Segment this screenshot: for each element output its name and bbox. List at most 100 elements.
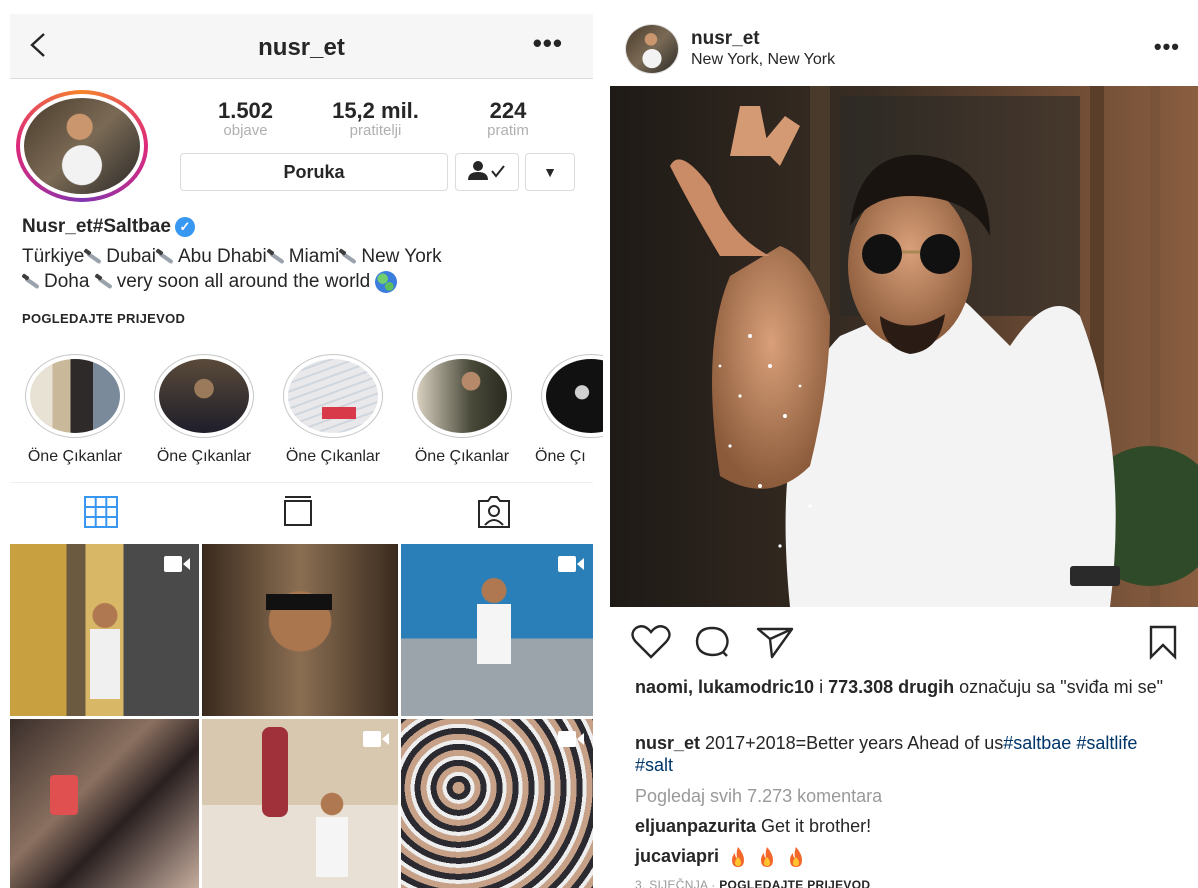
post-date-text: 3. SIJEČNJA bbox=[635, 878, 708, 888]
highlight-item[interactable]: Öne Çıkanlar bbox=[15, 354, 135, 466]
highlight-item[interactable]: Öne Çıkanlar bbox=[273, 354, 393, 466]
post-username[interactable]: nusr_et bbox=[691, 28, 760, 50]
profile-header: nusr_et ••• bbox=[10, 14, 593, 79]
likes-count: 773.308 drugih bbox=[828, 677, 955, 697]
highlight-thumbnail bbox=[30, 359, 120, 433]
comment-icon[interactable] bbox=[693, 624, 731, 660]
stat-followers[interactable]: 15,2 mil. pratitelji bbox=[318, 98, 433, 139]
share-icon[interactable] bbox=[755, 624, 795, 660]
post-photo-image bbox=[610, 86, 1198, 607]
heart-icon[interactable] bbox=[631, 624, 671, 660]
likes-connector: i bbox=[814, 677, 829, 697]
video-icon bbox=[363, 731, 389, 747]
knife-icon bbox=[267, 251, 289, 263]
fire-icon bbox=[790, 847, 803, 868]
stat-posts[interactable]: 1.502 objave bbox=[198, 98, 293, 139]
bio-place: Türkiye bbox=[22, 246, 85, 267]
more-icon[interactable]: ••• bbox=[533, 28, 563, 59]
fire-icon bbox=[761, 847, 774, 868]
stat-followers-label: pratitelji bbox=[349, 122, 402, 139]
highlight-label: Öne Çıkanlar bbox=[156, 448, 252, 465]
video-icon bbox=[558, 731, 584, 747]
highlight-thumbnail bbox=[159, 359, 249, 433]
more-icon[interactable]: ••• bbox=[1154, 34, 1180, 60]
highlight-label: Öne Çıkanlar bbox=[27, 448, 123, 465]
knife-icon bbox=[156, 251, 178, 263]
knife-icon bbox=[84, 251, 106, 263]
grid-post[interactable] bbox=[202, 544, 398, 716]
video-icon bbox=[164, 556, 190, 572]
grid-post[interactable] bbox=[10, 544, 199, 716]
translate-link[interactable]: POGLEDAJTE PRIJEVOD bbox=[22, 311, 185, 326]
stat-posts-label: objave bbox=[223, 122, 268, 139]
bio-place: New York bbox=[361, 246, 442, 267]
caption-text: 2017+2018=Better years Ahead of us bbox=[700, 733, 1004, 753]
bio-place: Doha bbox=[44, 271, 90, 292]
highlight-thumbnail bbox=[417, 359, 507, 433]
grid-post-figure bbox=[302, 789, 362, 888]
knife-icon bbox=[339, 251, 361, 263]
likes-users: naomi, lukamodric10 bbox=[635, 677, 815, 697]
grid-post[interactable] bbox=[401, 544, 593, 716]
profile-username: nusr_et bbox=[258, 34, 345, 61]
grid-post[interactable] bbox=[401, 719, 593, 888]
post-location[interactable]: New York, New York bbox=[691, 51, 835, 69]
grid-icon[interactable] bbox=[83, 495, 119, 529]
highlight-item[interactable]: Öne Çıkanlar bbox=[402, 354, 522, 466]
likes-suffix: označuju sa "sviđa mi se" bbox=[954, 677, 1164, 697]
comment-item: jucaviapri bbox=[635, 846, 806, 868]
following-button[interactable] bbox=[455, 153, 519, 191]
bio-place: Miami bbox=[288, 246, 340, 267]
bio: Türkiye Dubai Abu Dhabi Miami New York Doha … bbox=[22, 244, 582, 294]
grid-post[interactable] bbox=[10, 719, 199, 888]
fire-icon bbox=[732, 847, 745, 868]
highlight-thumbnail bbox=[546, 359, 603, 433]
feed-icon[interactable] bbox=[280, 495, 316, 529]
comment-username[interactable]: jucaviapri bbox=[635, 846, 719, 866]
post-caption: nusr_et 2017+2018=Better years Ahead of … bbox=[635, 732, 1175, 776]
bookmark-icon[interactable] bbox=[1147, 624, 1179, 660]
post-photo[interactable] bbox=[610, 86, 1198, 607]
stat-followers-value: 15,2 mil. bbox=[332, 98, 419, 123]
person-check-icon bbox=[468, 161, 505, 180]
view-all-comments[interactable]: Pogledaj svih 7.273 komentara bbox=[635, 786, 882, 807]
video-icon bbox=[558, 556, 584, 572]
suggestions-dropdown-button[interactable]: ▼ bbox=[525, 153, 575, 191]
highlight-thumbnail-tag bbox=[322, 407, 356, 419]
verified-icon: ✓ bbox=[174, 217, 195, 237]
highlight-label: Öne Çıkanlar bbox=[414, 448, 510, 465]
comment-text: Get it brother! bbox=[756, 816, 872, 836]
grid-post-glasses bbox=[266, 594, 332, 610]
highlight-ring bbox=[283, 354, 383, 438]
highlight-label: Öne Çıkanlar bbox=[285, 448, 381, 465]
post-grid bbox=[10, 544, 593, 888]
profile-tabs bbox=[10, 482, 593, 539]
grid-post-meat bbox=[262, 727, 288, 817]
chevron-down-icon: ▼ bbox=[543, 164, 557, 180]
highlight-ring bbox=[412, 354, 512, 438]
bio-place: Abu Dhabi bbox=[177, 246, 267, 267]
stat-posts-value: 1.502 bbox=[217, 98, 274, 123]
highlight-item[interactable]: Öne Çı bbox=[531, 354, 603, 466]
caption-username[interactable]: nusr_et bbox=[635, 733, 700, 753]
message-button[interactable]: Poruka bbox=[180, 153, 448, 191]
stat-following-value: 224 bbox=[489, 98, 527, 123]
likes-summary[interactable]: naomi, lukamodric10 i 773.308 drugih ozn… bbox=[635, 676, 1175, 698]
highlight-item[interactable]: Öne Çıkanlar bbox=[144, 354, 264, 466]
display-name-text: Nusr_et#Saltbae bbox=[22, 216, 171, 237]
comment-item: eljuanpazurita Get it brother! bbox=[635, 816, 871, 837]
grid-post-phone bbox=[50, 775, 78, 815]
profile-screen: nusr_et ••• 1.502 objave 15,2 mil. prati… bbox=[0, 0, 603, 888]
grid-post-figure bbox=[70, 599, 140, 709]
post-avatar[interactable] bbox=[625, 24, 679, 74]
highlight-thumbnail bbox=[288, 359, 378, 433]
knife-icon bbox=[22, 276, 44, 288]
stat-following[interactable]: 224 pratim bbox=[470, 98, 546, 139]
post-actions bbox=[603, 620, 1198, 664]
grid-post[interactable] bbox=[202, 719, 398, 888]
comment-username[interactable]: eljuanpazurita bbox=[635, 816, 756, 836]
tagged-icon[interactable] bbox=[476, 495, 512, 529]
bio-tail: very soon all around the world bbox=[116, 271, 371, 292]
avatar[interactable] bbox=[24, 98, 140, 194]
post-translate-link[interactable]: POGLEDAJTE PRIJEVOD bbox=[719, 878, 870, 888]
